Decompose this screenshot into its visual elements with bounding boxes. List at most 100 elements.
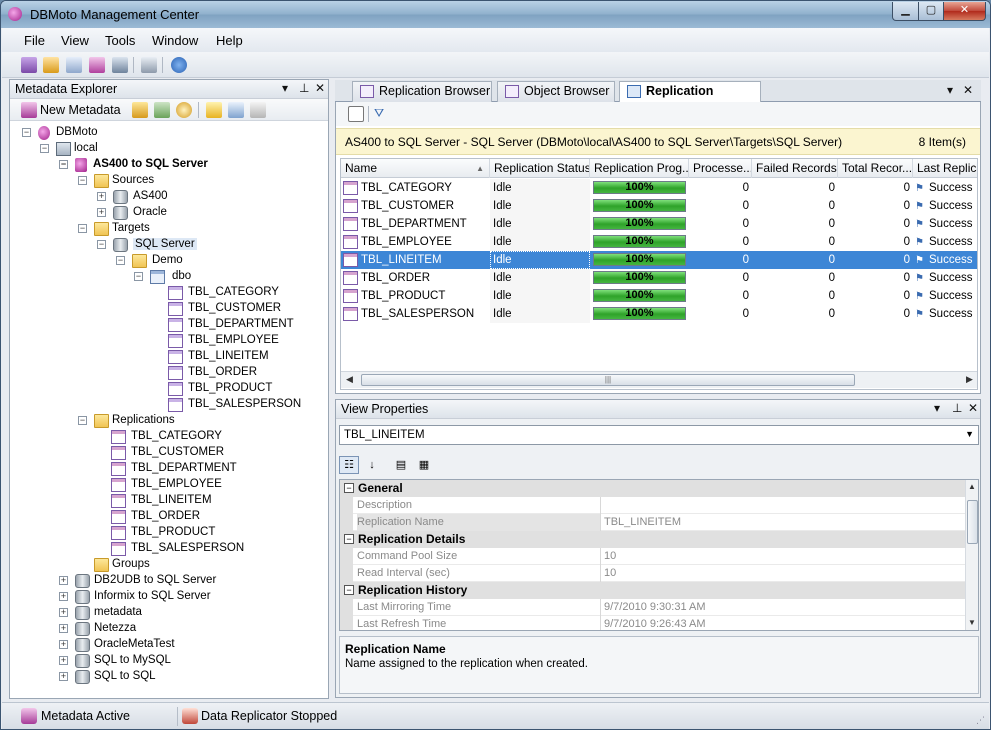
column-header-status[interactable]: Replication Status xyxy=(490,159,590,178)
table-row[interactable]: TBL_DEPARTMENT Idle 100% 0 0 0 ⚑ Success xyxy=(341,215,977,233)
collapse-icon[interactable]: − xyxy=(97,240,106,249)
collapse-icon[interactable]: − xyxy=(59,160,68,169)
log-icon[interactable] xyxy=(250,102,266,118)
menu-window[interactable]: Window xyxy=(152,33,198,48)
tree-node-connection[interactable]: + metadata xyxy=(59,605,319,621)
wrench-icon[interactable] xyxy=(141,57,157,73)
properties-icon[interactable]: ▦ xyxy=(414,456,434,474)
replication-icon[interactable] xyxy=(89,57,105,73)
property-row[interactable]: Command Pool Size 10 xyxy=(340,548,965,565)
vertical-scrollbar[interactable]: ▲ ▼ xyxy=(965,480,978,630)
edit-icon[interactable] xyxy=(43,57,59,73)
scrollbar-thumb[interactable] xyxy=(967,500,978,544)
tree-node-targets[interactable]: − Targets xyxy=(78,221,278,237)
tree-node-replication[interactable]: TBL_CATEGORY xyxy=(111,429,311,445)
pin-icon[interactable]: ⊥ xyxy=(299,81,309,95)
maximize-button[interactable]: ▢ xyxy=(918,2,944,21)
tree-node-dbo[interactable]: − dbo xyxy=(134,269,334,285)
tree-node-table[interactable]: TBL_EMPLOYEE xyxy=(168,333,328,349)
new-metadata-button[interactable]: New Metadata xyxy=(40,103,121,117)
document-icon[interactable] xyxy=(66,57,82,73)
close-button[interactable]: ✕ xyxy=(943,2,986,21)
menu-view[interactable]: View xyxy=(61,33,89,48)
filter-icon[interactable]: ⛛ xyxy=(374,106,384,121)
collapse-icon[interactable]: − xyxy=(78,224,87,233)
collapse-icon[interactable]: − xyxy=(344,483,354,493)
tree-node-replication[interactable]: TBL_CUSTOMER xyxy=(111,445,311,461)
table-row[interactable]: TBL_SALESPERSON Idle 100% 0 0 0 ⚑ Success xyxy=(341,305,977,323)
property-pages-icon[interactable]: ▤ xyxy=(391,456,411,474)
scrollbar-thumb[interactable]: ||| xyxy=(361,374,855,386)
tree-node-connection[interactable]: + SQL to MySQL xyxy=(59,653,319,669)
panel-menu-icon[interactable]: ▾ xyxy=(282,81,288,95)
connect-icon[interactable] xyxy=(21,57,37,73)
tree-node-replication[interactable]: TBL_PRODUCT xyxy=(111,525,311,541)
tab-replication-browser[interactable]: Replication Browser xyxy=(352,81,492,102)
expand-icon[interactable]: + xyxy=(97,208,106,217)
tree-node-table[interactable]: TBL_DEPARTMENT xyxy=(168,317,328,333)
report-icon[interactable] xyxy=(348,106,364,122)
tree-node-table[interactable]: TBL_SALESPERSON xyxy=(168,397,328,413)
property-row[interactable]: Read Interval (sec) 10 xyxy=(340,565,965,582)
collapse-icon[interactable]: − xyxy=(78,416,87,425)
table-row[interactable]: TBL_CATEGORY Idle 100% 0 0 0 ⚑ Success xyxy=(341,179,977,197)
object-selector[interactable]: TBL_LINEITEM ▼ xyxy=(339,425,979,445)
column-header-progress[interactable]: Replication Prog... xyxy=(590,159,689,178)
help-icon[interactable] xyxy=(171,57,187,73)
tree-node-table[interactable]: TBL_ORDER xyxy=(168,365,328,381)
close-tab-icon[interactable]: ✕ xyxy=(963,83,973,97)
new-metadata-icon[interactable] xyxy=(21,102,37,118)
panel-menu-icon[interactable]: ▾ xyxy=(934,401,940,415)
close-icon[interactable]: ✕ xyxy=(315,81,325,95)
property-category[interactable]: − Replication Details xyxy=(340,531,965,548)
lightning-icon[interactable] xyxy=(206,102,222,118)
resize-grip-icon[interactable]: ⋰ xyxy=(976,715,985,726)
monitor-icon[interactable] xyxy=(112,57,128,73)
tree-node-source[interactable]: + AS400 xyxy=(97,189,297,205)
table-row[interactable]: TBL_CUSTOMER Idle 100% 0 0 0 ⚑ Success xyxy=(341,197,977,215)
table-row[interactable]: TBL_PRODUCT Idle 100% 0 0 0 ⚑ Success xyxy=(341,287,977,305)
expand-icon[interactable]: + xyxy=(59,672,68,681)
horizontal-scrollbar[interactable]: ◀ ||| ▶ xyxy=(341,371,977,388)
tree-node-target-server[interactable]: − SQL Server xyxy=(97,237,297,253)
expand-icon[interactable]: + xyxy=(59,656,68,665)
property-row[interactable]: Last Mirroring Time 9/7/2010 9:30:31 AM xyxy=(340,599,965,616)
collapse-icon[interactable]: − xyxy=(344,534,354,544)
tree-node-connection[interactable]: + Netezza xyxy=(59,621,319,637)
pin-icon[interactable]: ⊥ xyxy=(952,401,962,415)
collapse-icon[interactable]: − xyxy=(116,256,125,265)
tree-node-sources[interactable]: − Sources xyxy=(78,173,278,189)
collapse-icon[interactable]: − xyxy=(22,128,31,137)
tree-node-table[interactable]: TBL_CATEGORY xyxy=(168,285,328,301)
expand-icon[interactable]: + xyxy=(59,576,68,585)
property-category[interactable]: − Replication History xyxy=(340,582,965,599)
column-header-processed[interactable]: Processe... xyxy=(689,159,752,178)
tree-node-replications[interactable]: − Replications xyxy=(78,413,278,429)
minimize-button[interactable]: ▁ xyxy=(892,2,919,21)
expand-icon[interactable]: + xyxy=(59,624,68,633)
tree-node-replication[interactable]: TBL_LINEITEM xyxy=(111,493,311,509)
source-icon[interactable] xyxy=(132,102,148,118)
expand-icon[interactable]: + xyxy=(97,192,106,201)
column-header-failed[interactable]: Failed Records xyxy=(752,159,838,178)
property-row[interactable]: Description xyxy=(340,497,965,514)
collapse-icon[interactable]: − xyxy=(344,585,354,595)
collapse-icon[interactable]: − xyxy=(134,272,143,281)
expand-icon[interactable]: + xyxy=(59,592,68,601)
tree-node-replication[interactable]: TBL_EMPLOYEE xyxy=(111,477,311,493)
expand-icon[interactable]: + xyxy=(59,640,68,649)
tabs-menu-icon[interactable]: ▾ xyxy=(947,83,953,97)
scroll-left-icon[interactable]: ◀ xyxy=(346,374,353,385)
script-icon[interactable] xyxy=(228,102,244,118)
close-icon[interactable]: ✕ xyxy=(968,401,978,415)
menu-help[interactable]: Help xyxy=(216,33,243,48)
alphabetical-icon[interactable]: ↓ xyxy=(362,456,382,474)
tree-node-dbmoto[interactable]: − DBMoto xyxy=(22,125,222,141)
users-icon[interactable] xyxy=(154,102,170,118)
tree-node-source[interactable]: + Oracle xyxy=(97,205,297,221)
table-row[interactable]: TBL_LINEITEM Idle 100% 0 0 0 ⚑ Success xyxy=(341,251,977,269)
table-row[interactable]: TBL_ORDER Idle 100% 0 0 0 ⚑ Success xyxy=(341,269,977,287)
tree-node-connection[interactable]: + SQL to SQL xyxy=(59,669,319,685)
tree-node-replication[interactable]: TBL_SALESPERSON xyxy=(111,541,311,557)
tree-node-replication[interactable]: TBL_ORDER xyxy=(111,509,311,525)
